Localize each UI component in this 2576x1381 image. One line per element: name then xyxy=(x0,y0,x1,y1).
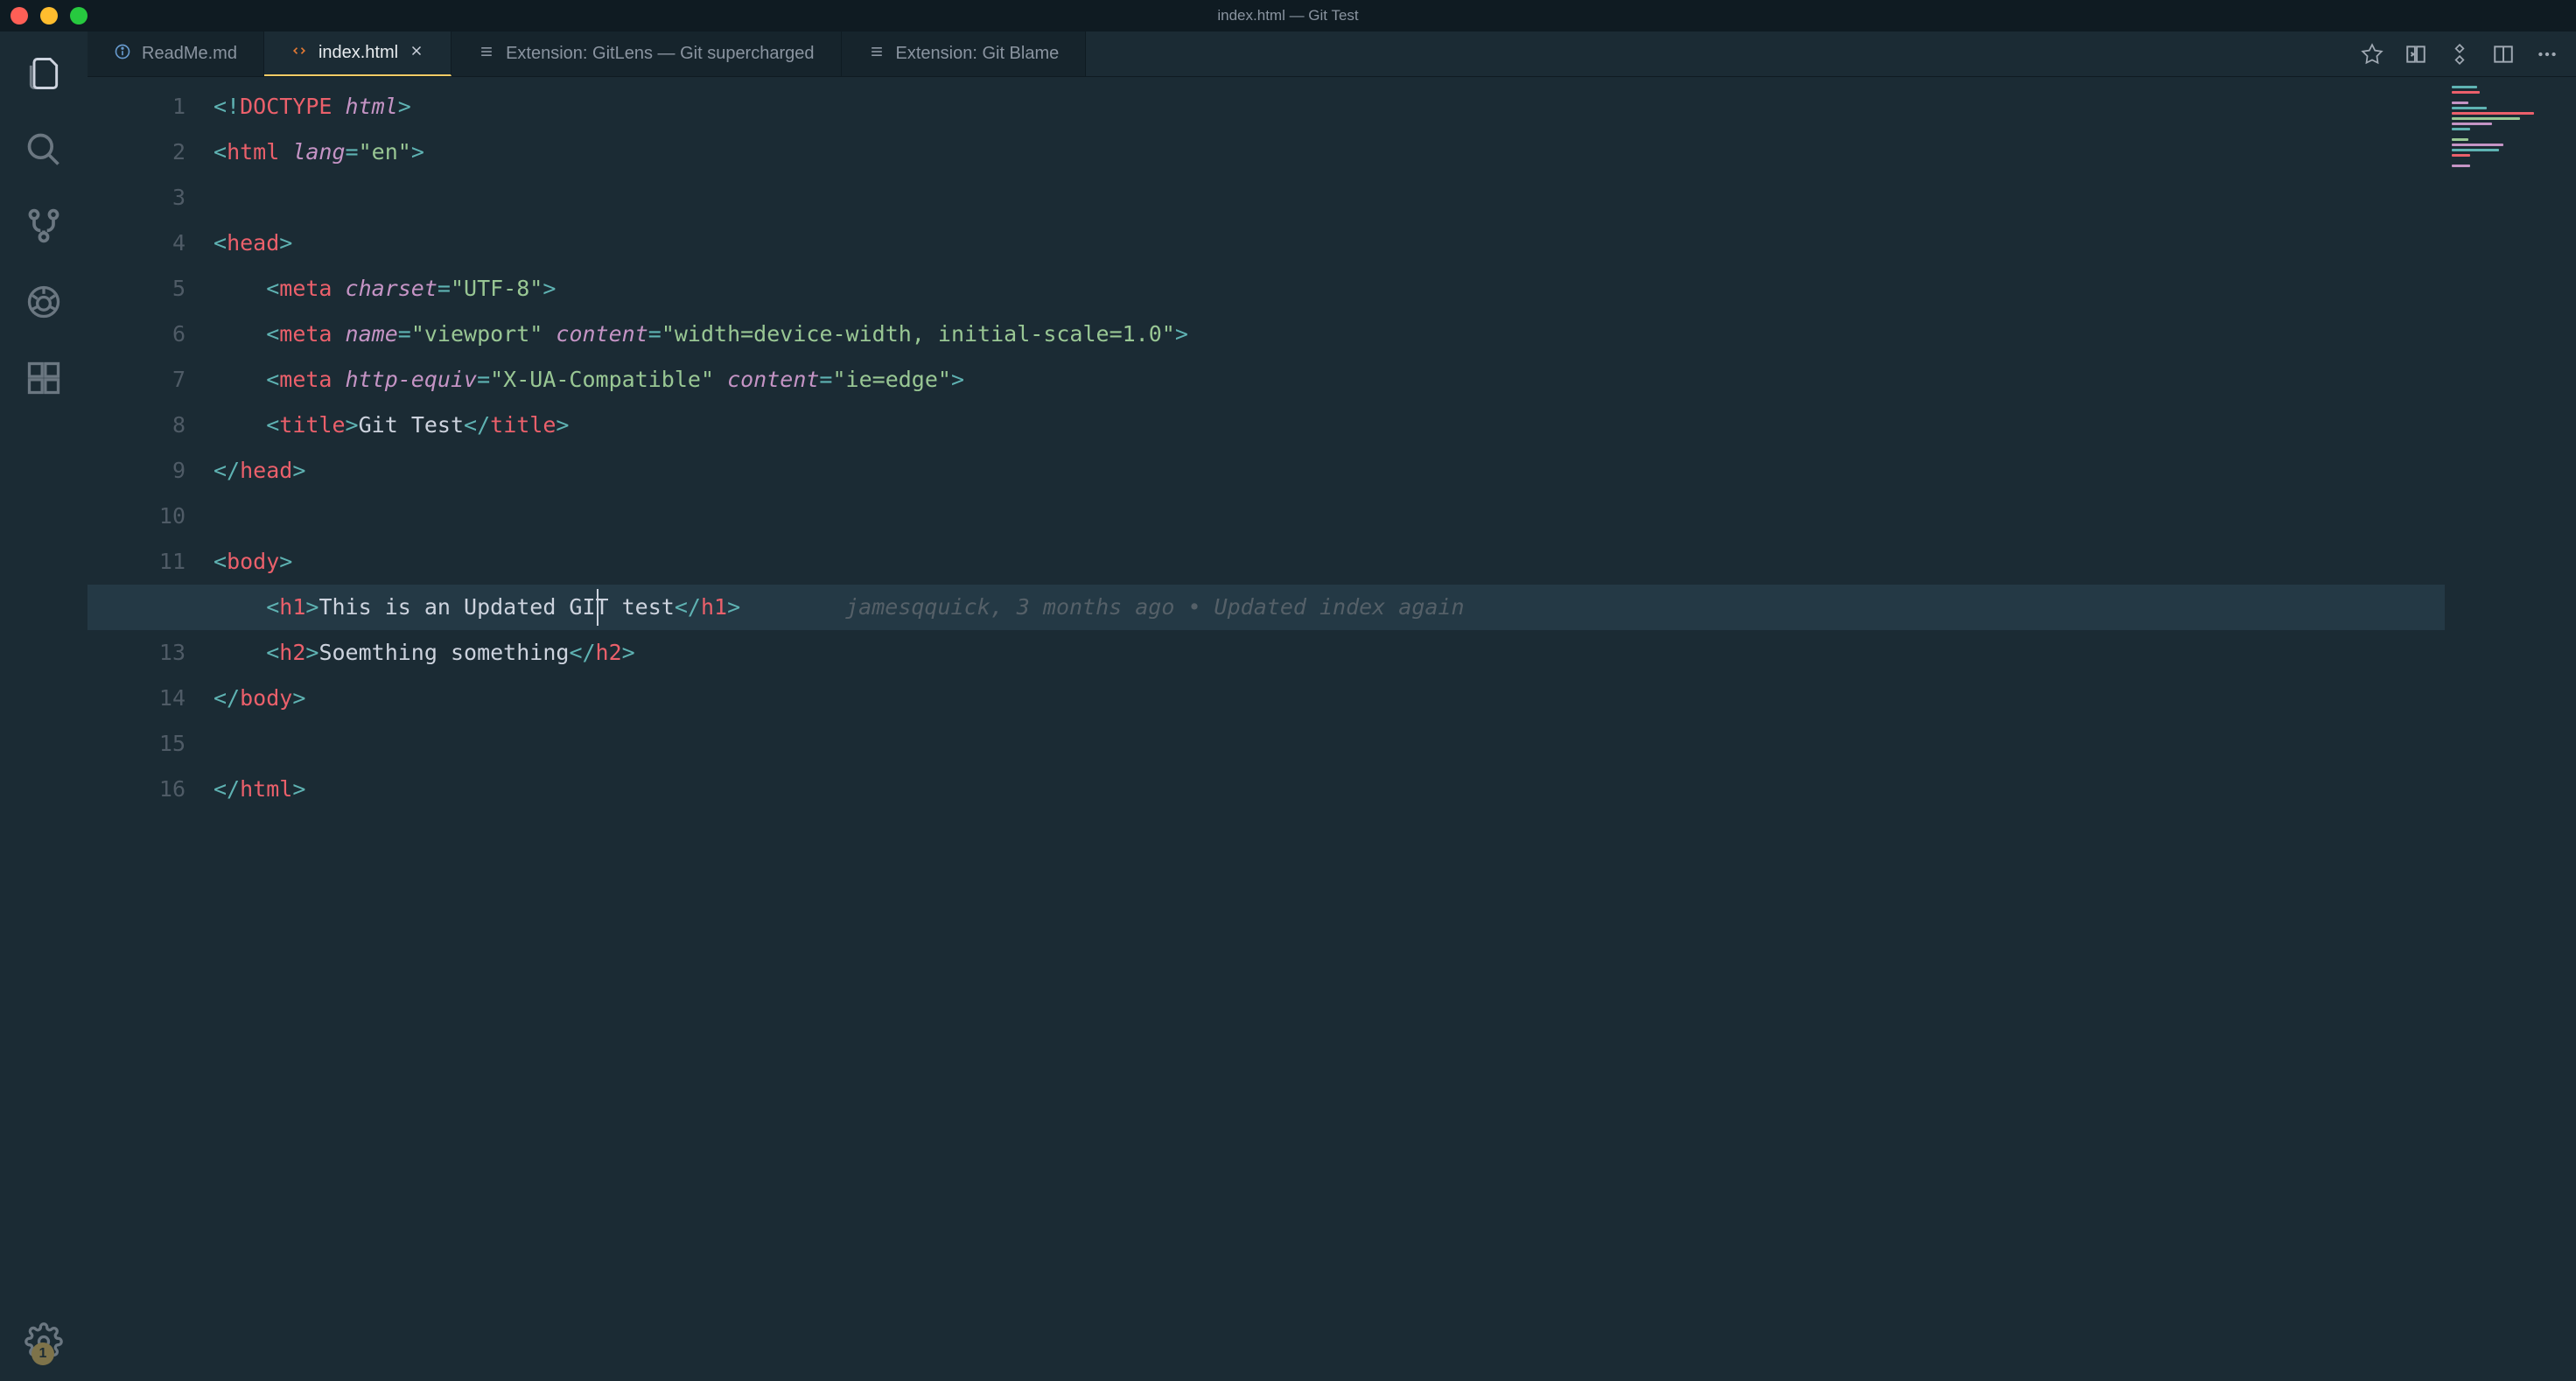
code-line[interactable]: <html lang="en"> xyxy=(210,130,2445,175)
line-number: 14 xyxy=(88,676,186,721)
line-number: 15 xyxy=(88,721,186,767)
code-line[interactable]: <body> xyxy=(210,539,2445,585)
line-number-gutter: 12345678910111213141516 xyxy=(88,77,210,1381)
tab-extension-gitlens-git-supercharged[interactable]: Extension: GitLens — Git supercharged xyxy=(452,32,841,76)
close-window-button[interactable] xyxy=(10,7,28,25)
split-editor-icon[interactable] xyxy=(2492,43,2515,66)
zoom-window-button[interactable] xyxy=(70,7,88,25)
tab-label: Extension: Git Blame xyxy=(896,44,1060,64)
code-line[interactable]: <h1>This is an Updated GIT test</h1>jame… xyxy=(210,585,2445,630)
minimap[interactable] xyxy=(2445,77,2576,1381)
tab-label: ReadMe.md xyxy=(142,44,237,64)
code-line[interactable]: <title>Git Test</title> xyxy=(210,403,2445,448)
line-number: 5 xyxy=(88,266,186,312)
code-line[interactable]: </html> xyxy=(210,767,2445,812)
line-number: 8 xyxy=(88,403,186,448)
list-icon xyxy=(868,43,886,66)
code-icon xyxy=(290,42,308,65)
settings-badge: 1 xyxy=(32,1342,54,1365)
tab-readme-md[interactable]: ReadMe.md xyxy=(88,32,264,76)
more-icon[interactable] xyxy=(2536,43,2558,66)
titlebar: index.html — Git Test xyxy=(0,0,2576,32)
minimap-line xyxy=(2452,128,2470,130)
window-controls xyxy=(10,7,88,25)
minimap-line xyxy=(2452,154,2470,157)
window-title: index.html — Git Test xyxy=(1217,7,1358,25)
tab-index-html[interactable]: index.html xyxy=(264,32,452,76)
tab-actions xyxy=(2343,32,2576,76)
line-number: 16 xyxy=(88,767,186,812)
extensions-icon[interactable] xyxy=(24,359,63,402)
activity-bar: 1 xyxy=(0,32,88,1381)
code-line[interactable]: <meta http-equiv="X-UA-Compatible" conte… xyxy=(210,357,2445,403)
close-tab-icon[interactable] xyxy=(409,43,424,64)
line-number: 7 xyxy=(88,357,186,403)
tab-extension-git-blame[interactable]: Extension: Git Blame xyxy=(842,32,1087,76)
search-icon[interactable] xyxy=(24,130,63,173)
code-line[interactable]: <meta charset="UTF-8"> xyxy=(210,266,2445,312)
code-line[interactable] xyxy=(210,721,2445,767)
line-number: 10 xyxy=(88,494,186,539)
minimap-line xyxy=(2452,144,2503,146)
gitlens-icon[interactable] xyxy=(2448,43,2471,66)
list-icon xyxy=(478,43,495,66)
tab-label: index.html xyxy=(318,43,398,63)
compare-icon[interactable] xyxy=(2404,43,2427,66)
line-number: 1 xyxy=(88,84,186,130)
tab-label: Extension: GitLens — Git supercharged xyxy=(506,44,814,64)
line-number: 11 xyxy=(88,539,186,585)
minimap-line xyxy=(2452,138,2468,141)
minimap-line xyxy=(2452,112,2534,115)
code-line[interactable]: </head> xyxy=(210,448,2445,494)
minimap-line xyxy=(2452,123,2492,125)
explorer-icon[interactable] xyxy=(24,54,63,97)
debug-icon[interactable] xyxy=(24,283,63,326)
source-control-icon[interactable] xyxy=(24,207,63,249)
minimap-line xyxy=(2452,107,2487,109)
info-icon xyxy=(114,43,131,66)
settings-icon[interactable]: 1 xyxy=(24,1322,63,1365)
gitlens-toggle-icon[interactable] xyxy=(2361,43,2384,66)
text-cursor xyxy=(597,589,598,626)
line-number: 3 xyxy=(88,175,186,221)
minimap-line xyxy=(2452,91,2480,94)
line-number: 13 xyxy=(88,630,186,676)
code-line[interactable] xyxy=(210,175,2445,221)
code-line[interactable]: <h2>Soemthing something</h2> xyxy=(210,630,2445,676)
minimap-line xyxy=(2452,117,2520,120)
code-line[interactable]: </body> xyxy=(210,676,2445,721)
minimap-line xyxy=(2452,102,2468,104)
code-line[interactable]: <!DOCTYPE html> xyxy=(210,84,2445,130)
editor[interactable]: 12345678910111213141516 <!DOCTYPE html><… xyxy=(88,77,2576,1381)
minimap-line xyxy=(2452,86,2477,88)
code-line[interactable] xyxy=(210,494,2445,539)
tab-bar: ReadMe.md index.html Extension: GitLens — … xyxy=(88,32,2576,77)
line-number: 6 xyxy=(88,312,186,357)
minimap-line xyxy=(2452,149,2499,151)
git-blame-annotation: jamesqquick, 3 months ago • Updated inde… xyxy=(845,594,1464,620)
minimap-line xyxy=(2452,165,2470,167)
code-line[interactable]: <head> xyxy=(210,221,2445,266)
line-number: 4 xyxy=(88,221,186,266)
line-number: 9 xyxy=(88,448,186,494)
minimize-window-button[interactable] xyxy=(40,7,58,25)
code-area[interactable]: <!DOCTYPE html><html lang="en"> <head> <m… xyxy=(210,77,2445,1381)
line-number: 2 xyxy=(88,130,186,175)
code-line[interactable]: <meta name="viewport" content="width=dev… xyxy=(210,312,2445,357)
